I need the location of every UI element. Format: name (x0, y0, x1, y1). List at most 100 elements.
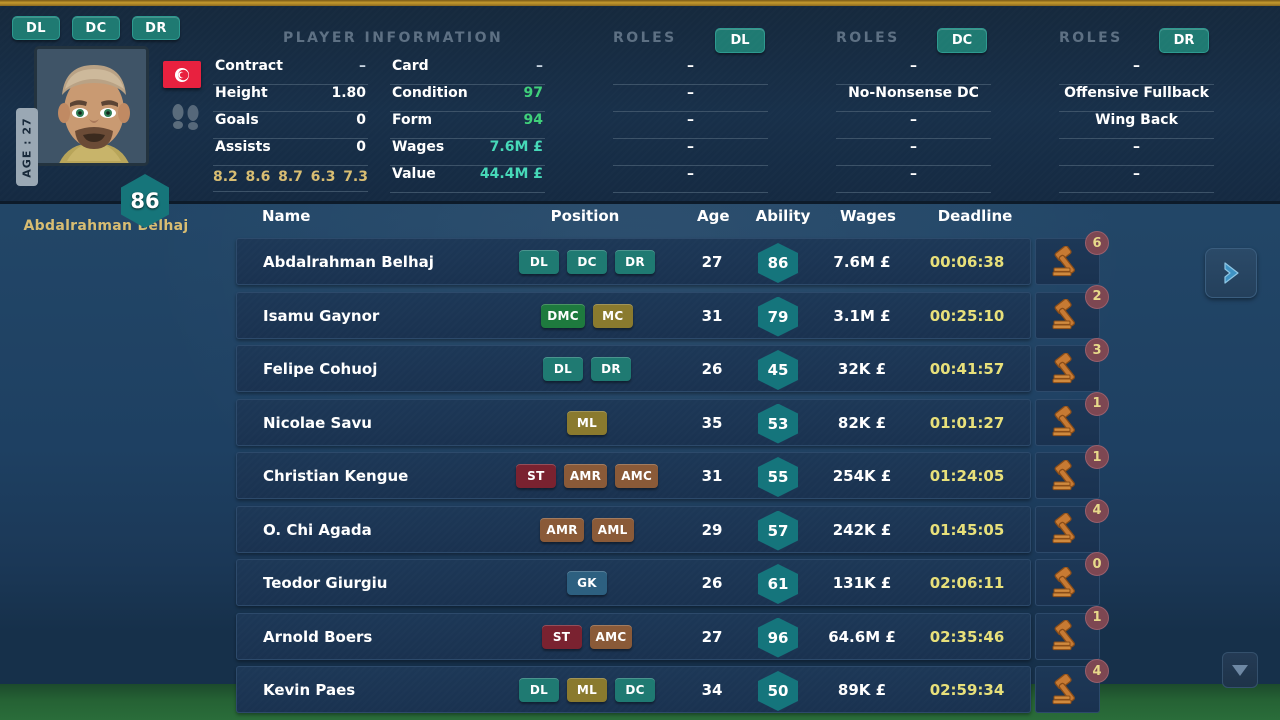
wages-cell: 64.6M £ (817, 628, 907, 646)
table-row[interactable]: O. Chi AgadaAMRAML2957242K £01:45:054 (236, 506, 1106, 560)
stat-row-contract: Contract– (213, 58, 368, 85)
player-information-title: PLAYER INFORMATION (283, 30, 503, 46)
column-header-position[interactable]: Position (540, 207, 630, 225)
bid-auction-button[interactable]: 4 (1035, 666, 1100, 713)
position-cell: ML (487, 411, 687, 435)
gavel-icon (1051, 567, 1085, 599)
flag-crescent-star-icon (174, 67, 190, 83)
player-position-chip-dr[interactable]: DR (132, 16, 180, 40)
position-badge-dr: DR (615, 250, 655, 274)
player-header-panel: DL DC DR (0, 6, 1280, 204)
column-header-age[interactable]: Age (697, 207, 729, 225)
player-age-label: AGE : 27 (21, 117, 34, 177)
table-row[interactable]: Christian KengueSTAMRAMC3155254K £01:24:… (236, 452, 1106, 506)
bid-auction-button[interactable]: 3 (1035, 345, 1100, 392)
deadline-cell: 00:41:57 (917, 360, 1017, 378)
transfer-row-body[interactable]: Christian KengueSTAMRAMC3155254K £01:24:… (236, 452, 1031, 499)
table-row[interactable]: Arnold BoersSTAMC279664.6M £02:35:461 (236, 613, 1106, 667)
roles-chip-dl[interactable]: DL (715, 28, 765, 53)
bid-auction-button[interactable]: 2 (1035, 292, 1100, 339)
column-header-wages[interactable]: Wages (838, 207, 898, 225)
position-badge-dmc: DMC (541, 304, 585, 328)
bid-auction-button[interactable]: 0 (1035, 559, 1100, 606)
transfer-row-body[interactable]: Teodor GiurgiuGK2661131K £02:06:11 (236, 559, 1031, 606)
table-row[interactable]: Kevin PaesDLMLDC345089K £02:59:344 (236, 666, 1106, 720)
roles-list-dl: ––––– (613, 58, 768, 193)
roles-chip-dc[interactable]: DC (937, 28, 987, 53)
ability-cell: 57 (758, 511, 798, 551)
transfer-row-body[interactable]: Felipe CohuojDLDR264532K £00:41:57 (236, 345, 1031, 392)
player-name-cell: O. Chi Agada (263, 521, 372, 539)
transfer-row-body[interactable]: Arnold BoersSTAMC279664.6M £02:35:46 (236, 613, 1031, 660)
stat-row-height: Height1.80 (213, 85, 368, 112)
table-row[interactable]: Isamu GaynorDMCMC31793.1M £00:25:102 (236, 292, 1106, 346)
transfer-row-body[interactable]: Nicolae SavuML355382K £01:01:27 (236, 399, 1031, 446)
role-entry: – (1059, 58, 1214, 85)
player-position-chips: DL DC DR (12, 16, 180, 40)
wages-cell: 3.1M £ (817, 307, 907, 325)
position-badge-aml: AML (592, 518, 634, 542)
gavel-icon (1051, 513, 1085, 545)
player-position-chip-dc[interactable]: DC (72, 16, 120, 40)
next-page-button[interactable] (1205, 248, 1257, 298)
position-badge-amc: AMC (590, 625, 633, 649)
age-cell: 27 (692, 628, 732, 646)
deadline-cell: 00:25:10 (917, 307, 1017, 325)
bid-auction-button[interactable]: 1 (1035, 399, 1100, 446)
table-row[interactable]: Felipe CohuojDLDR264532K £00:41:573 (236, 345, 1106, 399)
role-entry: – (836, 139, 991, 166)
wages-cell: 82K £ (817, 414, 907, 432)
ability-cell: 55 (758, 457, 798, 497)
roles-list-dc: –No-Nonsense DC––– (836, 58, 991, 193)
player-age-tab: AGE : 27 (16, 108, 38, 186)
player-position-chip-dl[interactable]: DL (12, 16, 60, 40)
position-cell: DMCMC (487, 304, 687, 328)
bid-count-badge: 4 (1085, 499, 1109, 523)
table-row[interactable]: Teodor GiurgiuGK2661131K £02:06:110 (236, 559, 1106, 613)
role-entry: – (613, 166, 768, 193)
rating-value: 7.3 (343, 169, 368, 191)
player-name: Abdalrahman Belhaj (16, 218, 196, 234)
position-badge-st: ST (542, 625, 582, 649)
bid-auction-button[interactable]: 1 (1035, 452, 1100, 499)
stat-label: Wages (392, 139, 444, 155)
stat-row-assists: Assists0 (213, 139, 368, 166)
deadline-cell: 01:45:05 (917, 521, 1017, 539)
bid-count-badge: 0 (1085, 552, 1109, 576)
column-header-deadline[interactable]: Deadline (930, 207, 1020, 225)
age-cell: 26 (692, 574, 732, 592)
wages-cell: 254K £ (817, 467, 907, 485)
table-row[interactable]: Abdalrahman BelhajDLDCDR27867.6M £00:06:… (236, 238, 1106, 292)
bid-auction-button[interactable]: 4 (1035, 506, 1100, 553)
position-badge-amc: AMC (615, 464, 658, 488)
roles-chip-dr[interactable]: DR (1159, 28, 1209, 53)
avatar[interactable] (34, 46, 149, 166)
role-entry: No-Nonsense DC (836, 85, 991, 112)
stat-value: 0 (356, 112, 366, 128)
position-badge-dr: DR (591, 357, 631, 381)
age-cell: 31 (692, 467, 732, 485)
bid-auction-button[interactable]: 6 (1035, 238, 1100, 285)
column-header-name[interactable]: Name (262, 207, 462, 225)
player-name-cell: Abdalrahman Belhaj (263, 253, 434, 271)
stat-value: 44.4M £ (480, 166, 543, 182)
column-header-ability[interactable]: Ability (752, 207, 814, 225)
transfer-row-body[interactable]: O. Chi AgadaAMRAML2957242K £01:45:05 (236, 506, 1031, 553)
player-stats-right: Card–Condition97Form94Wages7.6M £Value44… (390, 58, 545, 193)
ability-cell: 79 (758, 297, 798, 337)
table-row[interactable]: Nicolae SavuML355382K £01:01:271 (236, 399, 1106, 453)
player-name-cell: Christian Kengue (263, 467, 408, 485)
position-badge-dc: DC (567, 250, 607, 274)
bid-count-badge: 1 (1085, 606, 1109, 630)
position-badge-dl: DL (543, 357, 583, 381)
position-badge-amr: AMR (564, 464, 607, 488)
transfer-row-body[interactable]: Abdalrahman BelhajDLDCDR27867.6M £00:06:… (236, 238, 1031, 285)
tunisia-flag-icon (163, 61, 201, 88)
player-name-cell: Teodor Giurgiu (263, 574, 387, 592)
transfer-row-body[interactable]: Kevin PaesDLMLDC345089K £02:59:34 (236, 666, 1031, 713)
bid-auction-button[interactable]: 1 (1035, 613, 1100, 660)
scroll-down-button[interactable] (1222, 652, 1258, 688)
transfer-row-body[interactable]: Isamu GaynorDMCMC31793.1M £00:25:10 (236, 292, 1031, 339)
ability-cell: 61 (758, 564, 798, 604)
role-entry: – (836, 166, 991, 193)
